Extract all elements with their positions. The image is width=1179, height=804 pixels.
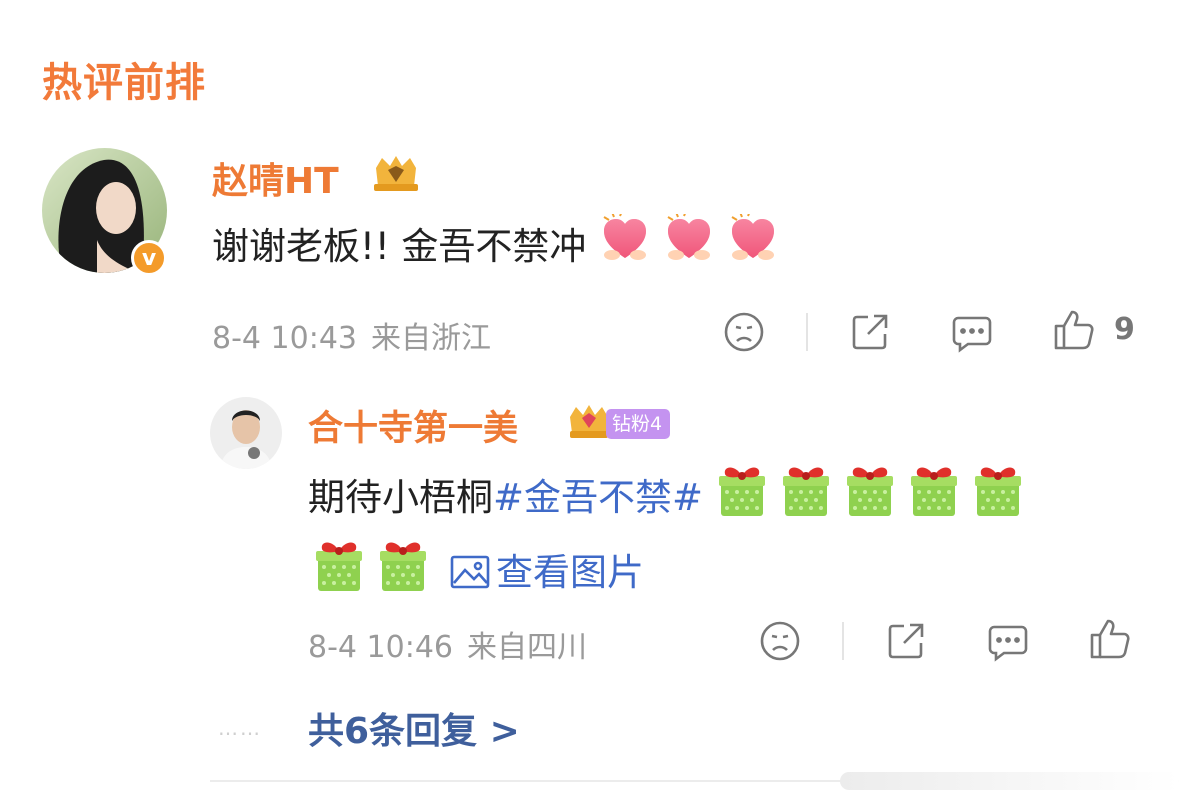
reply-text-content: 期待小梧桐 (308, 476, 493, 519)
dislike-face-icon[interactable] (758, 619, 802, 667)
gift-emoji (845, 462, 895, 537)
action-divider (842, 622, 844, 660)
comment-icon[interactable] (950, 310, 994, 358)
comment-username[interactable]: 赵晴HT (212, 152, 339, 204)
view-all-replies-link[interactable]: 共6条回复 > (308, 702, 520, 754)
reply-thread-dots: …… (218, 716, 262, 740)
comment-meta: 8-4 10:43 来自浙江 (212, 313, 505, 357)
comment-date: 8-4 10:43 (212, 321, 357, 356)
image-icon (450, 546, 490, 608)
share-icon[interactable] (884, 619, 928, 667)
heart-hands-emoji (728, 214, 778, 283)
crown-badge-icon (368, 154, 424, 198)
reply-username[interactable]: 合十寺第一美 (308, 400, 518, 451)
gift-emoji (909, 462, 959, 537)
comment-location: 来自浙江 (371, 321, 491, 356)
topic-link[interactable]: #金吾不禁# (493, 476, 703, 519)
heart-hands-emoji (664, 214, 714, 283)
reply-date: 8-4 10:46 (308, 630, 453, 665)
gift-emoji (314, 537, 364, 612)
reply-location: 来自四川 (467, 630, 587, 665)
reply-avatar[interactable] (210, 397, 282, 469)
reply-text: 期待小梧桐#金吾不禁# 查看图片 (308, 462, 1128, 612)
gift-emoji (973, 462, 1023, 537)
like-icon[interactable] (1052, 308, 1096, 356)
heart-hands-emoji (600, 214, 650, 283)
section-title: 热评前排 (42, 60, 206, 106)
action-divider (806, 313, 808, 351)
gift-emoji (717, 462, 767, 537)
like-count: 9 (1114, 312, 1135, 347)
dislike-face-icon[interactable] (722, 310, 766, 358)
comment-text-content: 谢谢老板!! 金吾不禁冲 (212, 225, 587, 268)
like-icon[interactable] (1088, 617, 1132, 665)
gift-emoji (781, 462, 831, 537)
scroll-indicator (840, 772, 1179, 790)
comment-text: 谢谢老板!! 金吾不禁冲 (212, 214, 778, 283)
reply-meta: 8-4 10:46 来自四川 (308, 622, 601, 666)
verified-badge: v (131, 240, 167, 276)
comment-icon[interactable] (986, 619, 1030, 667)
fan-level-badge: 钻粉4 (606, 409, 671, 439)
share-icon[interactable] (848, 310, 892, 358)
view-image-label: 查看图片 (496, 551, 644, 594)
view-image-link[interactable]: 查看图片 (450, 551, 644, 594)
gift-emoji (378, 537, 428, 612)
